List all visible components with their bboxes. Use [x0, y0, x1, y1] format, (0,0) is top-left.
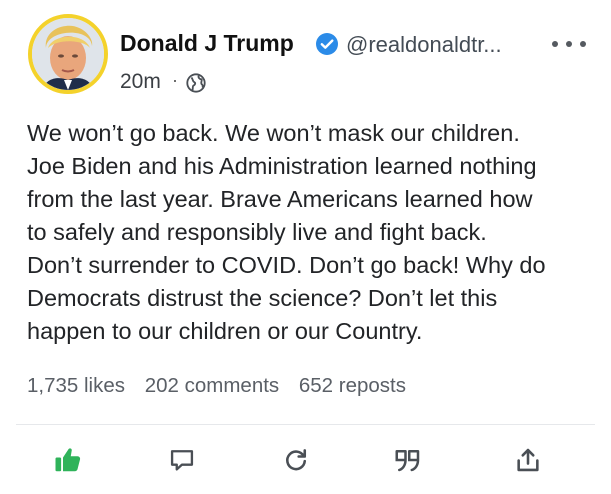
post-text-line: from the last year. Brave Americans lear…: [27, 186, 533, 212]
author-name[interactable]: Donald J Trump: [120, 30, 294, 57]
comment-button[interactable]: [166, 444, 198, 476]
repost-button[interactable]: [280, 444, 312, 476]
share-button[interactable]: [512, 444, 544, 476]
meta-separator: ·: [172, 70, 178, 90]
more-options-button[interactable]: [552, 37, 586, 51]
verified-badge-icon: [316, 33, 338, 55]
post-text-line: Democrats distrust the science? Don’t le…: [27, 285, 498, 311]
post-text-line: Don’t surrender to COVID. Don’t go back!…: [27, 252, 546, 278]
divider: [16, 424, 595, 425]
post-body: We won’t go back. We won’t mask our chil…: [27, 117, 587, 348]
globe-icon: [186, 73, 206, 93]
reposts-count[interactable]: 652 reposts: [299, 374, 406, 397]
share-icon: [517, 448, 539, 472]
quote-icon: [395, 450, 420, 472]
engagement-stats: 1,735 likes 202 comments 652 reposts: [27, 374, 420, 398]
author-avatar[interactable]: [28, 14, 108, 94]
more-dot-icon: [566, 41, 572, 47]
like-button[interactable]: [52, 444, 84, 476]
likes-count[interactable]: 1,735 likes: [27, 374, 125, 397]
avatar-image: [32, 18, 104, 90]
more-dot-icon: [552, 41, 558, 47]
repost-icon: [286, 449, 307, 471]
post-text-line: to safely and responsibly live and fight…: [27, 219, 487, 245]
post-text-line: Joe Biden and his Administration learned…: [27, 153, 537, 179]
author-handle[interactable]: @realdonaldtr...: [346, 32, 502, 58]
post-text-line: We won’t go back. We won’t mask our chil…: [27, 120, 520, 146]
thumbs-up-icon: [55, 448, 81, 472]
post-text-line: happen to our children or our Country.: [27, 318, 423, 344]
comment-icon: [170, 450, 194, 471]
more-dot-icon: [580, 41, 586, 47]
quote-button[interactable]: [392, 444, 424, 476]
comments-count[interactable]: 202 comments: [145, 374, 279, 397]
post-timestamp[interactable]: 20m: [120, 70, 161, 94]
